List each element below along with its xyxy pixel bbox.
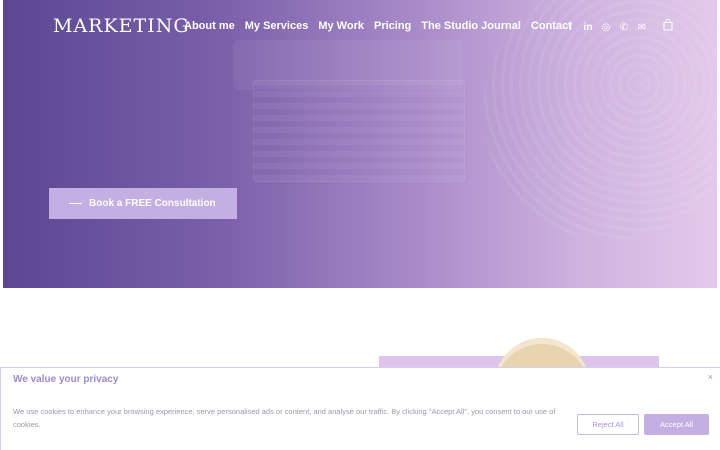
book-consultation-button[interactable]: Book a FREE Consultation xyxy=(49,188,237,219)
email-icon[interactable]: ✉ xyxy=(633,20,651,34)
nav-pricing[interactable]: Pricing xyxy=(374,18,411,34)
reject-all-button[interactable]: Reject All xyxy=(577,414,639,435)
site-logo[interactable]: MARKETING xyxy=(53,13,190,39)
facebook-icon[interactable]: f xyxy=(561,20,579,34)
nav-studio-journal[interactable]: The Studio Journal xyxy=(421,18,521,34)
linkedin-icon[interactable]: in xyxy=(579,20,597,34)
accept-all-button[interactable]: Accept All xyxy=(644,414,709,435)
main-nav: About me My Services My Work Pricing The… xyxy=(184,18,582,34)
cookie-title: We value your privacy xyxy=(13,374,119,385)
close-icon[interactable]: × xyxy=(708,372,713,382)
hero-background-keyboard xyxy=(253,80,465,182)
phone-icon[interactable]: ✆ xyxy=(615,20,633,34)
cookie-text: We use cookies to enhance your browsing … xyxy=(13,407,556,429)
cookie-banner: We value your privacy × We use cookies t… xyxy=(0,367,720,450)
instagram-icon[interactable]: ◎ xyxy=(597,20,615,34)
nav-about-me[interactable]: About me xyxy=(184,18,235,34)
hero-background-pattern xyxy=(483,0,717,240)
cta-dash-decoration xyxy=(69,203,82,204)
shopping-bag-icon[interactable] xyxy=(663,19,673,31)
cta-label: Book a FREE Consultation xyxy=(89,198,216,209)
nav-my-work[interactable]: My Work xyxy=(318,18,364,34)
nav-my-services[interactable]: My Services xyxy=(245,18,309,34)
social-links: f in ◎ ✆ ✉ xyxy=(561,20,651,34)
hero-section: MARKETING About me My Services My Work P… xyxy=(3,0,717,288)
